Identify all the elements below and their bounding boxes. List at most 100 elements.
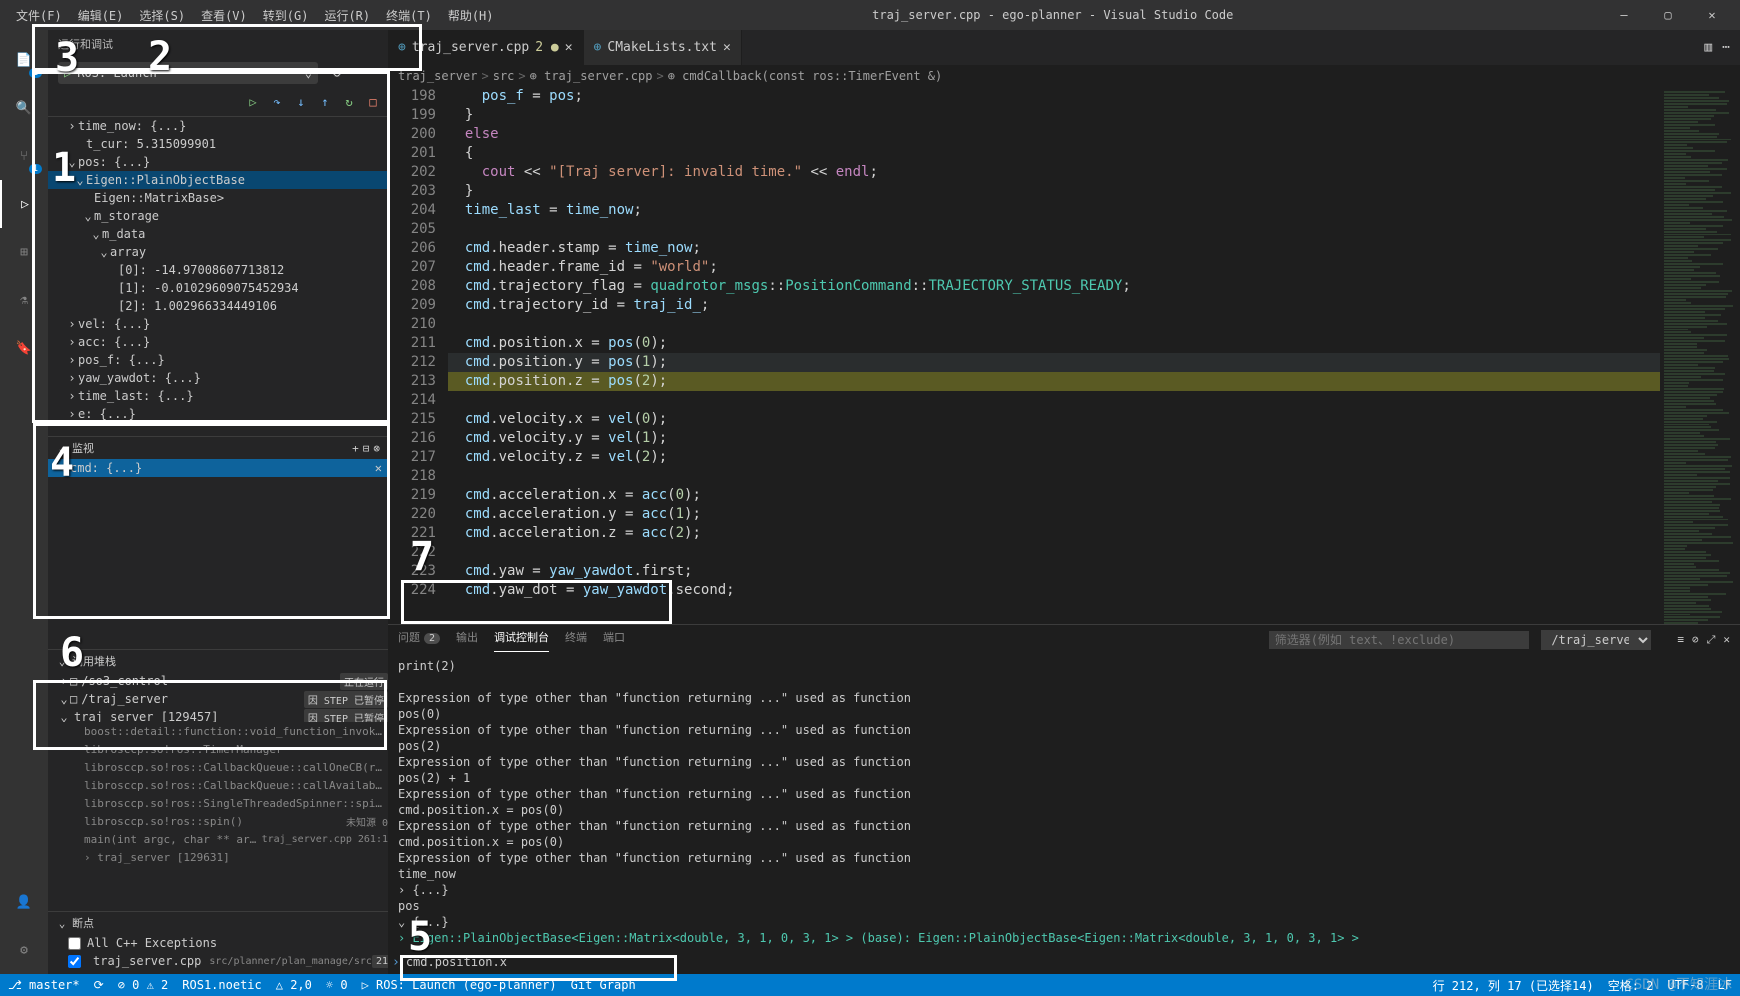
maximize-button[interactable]: ▢: [1648, 4, 1688, 26]
minimize-button[interactable]: —: [1604, 4, 1644, 26]
tab-output[interactable]: 输出: [456, 629, 478, 651]
callstack-frame[interactable]: main(int argc, char ** argv)traj_server.…: [48, 830, 388, 848]
callstack-frame[interactable]: librosccp.so!ros::CallbackQueue::callOne…: [48, 758, 388, 776]
more-icon[interactable]: ⋯: [356, 62, 378, 84]
status-item[interactable]: ROS1.noetic: [182, 978, 261, 992]
debug-config-select[interactable]: ▷ ROS: Launch ⌄: [58, 62, 318, 84]
editor-tab[interactable]: ⊕traj_server.cpp2 ●✕: [388, 30, 584, 65]
status-item[interactable]: ⎇ master*: [8, 978, 80, 992]
breakpoint-row[interactable]: All C++ Exceptions: [48, 934, 388, 952]
variable-row[interactable]: ›yaw_yawdot: {...}: [48, 369, 388, 387]
breakpoints-title[interactable]: ⌄断点: [48, 912, 388, 934]
breadcrumb-segment[interactable]: traj_server: [398, 69, 477, 83]
variable-row[interactable]: [2]: 1.002966334449106: [48, 297, 388, 315]
menu-item[interactable]: 转到(G): [255, 3, 317, 28]
code-editor[interactable]: pos_f = pos; } else { cout << "[Traj ser…: [448, 87, 1660, 624]
callstack-frame[interactable]: › traj_server [129631]: [48, 848, 388, 866]
gear-icon[interactable]: ⚙: [326, 62, 348, 84]
tab-terminal[interactable]: 终端: [565, 629, 587, 651]
filter-input[interactable]: [1269, 631, 1529, 649]
bookmark-icon[interactable]: 🔖: [0, 324, 48, 372]
search-icon[interactable]: 🔍: [0, 84, 48, 132]
breadcrumb-segment[interactable]: ⊕ cmdCallback(const ros::TimerEvent &): [668, 69, 943, 83]
status-item[interactable]: 行 212, 列 17 (已选择14): [1433, 977, 1594, 994]
variable-row[interactable]: ›time_last: {...}: [48, 387, 388, 405]
callstack-frame[interactable]: librosccp.so!ros::SingleThreadedSpinner:…: [48, 794, 388, 812]
breadcrumb-segment[interactable]: src: [493, 69, 515, 83]
settings-icon[interactable]: ⚙: [0, 926, 48, 974]
breadcrumb[interactable]: traj_server>src>⊕ traj_server.cpp>⊕ cmdC…: [388, 65, 1740, 87]
step-into-button[interactable]: ↓: [290, 91, 312, 113]
variable-row[interactable]: ⌄m_data: [48, 225, 388, 243]
menu-item[interactable]: 帮助(H): [440, 3, 502, 28]
variable-row[interactable]: ›e: {...}: [48, 405, 388, 423]
scm-icon[interactable]: ⑂1: [0, 132, 48, 180]
menu-item[interactable]: 选择(S): [131, 3, 193, 28]
step-out-button[interactable]: ↑: [314, 91, 336, 113]
status-item[interactable]: ☼ 0: [326, 978, 348, 992]
debug-console-input[interactable]: [406, 955, 1736, 969]
debug-icon[interactable]: ▷: [0, 180, 48, 228]
add-watch-icon[interactable]: +: [352, 442, 359, 455]
clear-icon[interactable]: ⊘: [1692, 633, 1699, 647]
variable-row[interactable]: ›time_now: {...}: [48, 117, 388, 135]
menu-item[interactable]: 文件(F): [8, 3, 70, 28]
editor-tab[interactable]: ⊕CMakeLists.txt✕: [584, 30, 742, 65]
variable-row[interactable]: ⌄m_storage: [48, 207, 388, 225]
session-select[interactable]: /traj_server: [1541, 630, 1651, 650]
breakpoint-row[interactable]: traj_server.cppsrc/planner/plan_manage/s…: [48, 952, 388, 970]
test-icon[interactable]: ⚗: [0, 276, 48, 324]
status-item[interactable]: ⟳: [94, 978, 104, 992]
tab-ports[interactable]: 端口: [603, 629, 625, 651]
variable-row[interactable]: [0]: -14.97008607713812: [48, 261, 388, 279]
watch-row[interactable]: ›cmd: {...}✕: [48, 459, 388, 477]
remove-all-icon[interactable]: ⊗: [373, 442, 380, 455]
minimap[interactable]: [1660, 87, 1740, 624]
callstack-thread[interactable]: ⌄□/traj_server因 STEP 已暂停: [48, 690, 388, 708]
callstack-frame[interactable]: librosccp.so!ros::CallbackQueue::callAva…: [48, 776, 388, 794]
watch-title[interactable]: ⌄监视 + ⊟ ⊗: [48, 437, 388, 459]
variable-row[interactable]: ›pos_f: {...}: [48, 351, 388, 369]
stop-button[interactable]: □: [362, 91, 384, 113]
menu-item[interactable]: 查看(V): [193, 3, 255, 28]
callstack-frame[interactable]: boost::detail::function::void_function_i…: [48, 722, 388, 740]
breakpoint-checkbox[interactable]: [68, 955, 81, 968]
status-item[interactable]: Git Graph: [571, 978, 636, 992]
menu-item[interactable]: 运行(R): [316, 3, 378, 28]
variable-row[interactable]: Eigen::MatrixBase>: [48, 189, 388, 207]
variable-row[interactable]: ›vel: {...}: [48, 315, 388, 333]
variable-row[interactable]: [1]: -0.01029609075452934: [48, 279, 388, 297]
close-icon[interactable]: ✕: [565, 40, 573, 55]
variable-row[interactable]: ›acc: {...}: [48, 333, 388, 351]
step-over-button[interactable]: ↷: [266, 91, 288, 113]
account-icon[interactable]: 👤: [0, 878, 48, 926]
variable-row[interactable]: ⌄Eigen::PlainObjectBase: [48, 171, 388, 189]
status-item[interactable]: ⊘ 0 ⚠ 2: [118, 978, 169, 992]
tab-debug-console[interactable]: 调试控制台: [494, 629, 549, 652]
menu-item[interactable]: 编辑(E): [70, 3, 132, 28]
variable-row[interactable]: ⌄pos: {...}: [48, 153, 388, 171]
callstack-frame[interactable]: librosccp.so!ros::spin()未知源 0: [48, 812, 388, 830]
extensions-icon[interactable]: ⊞: [0, 228, 48, 276]
status-item[interactable]: △ 2,0: [276, 978, 312, 992]
split-icon[interactable]: ▥: [1704, 40, 1712, 55]
collapse-icon[interactable]: ⊟: [363, 442, 370, 455]
restart-button[interactable]: ↻: [338, 91, 360, 113]
close-button[interactable]: ✕: [1692, 4, 1732, 26]
variable-row[interactable]: t_cur: 5.315099901: [48, 135, 388, 153]
more-icon[interactable]: ⋯: [1722, 40, 1730, 55]
list-icon[interactable]: ≡: [1677, 633, 1684, 647]
explorer-icon[interactable]: 📄1: [0, 36, 48, 84]
close-panel-icon[interactable]: ✕: [1723, 633, 1730, 647]
callstack-thread[interactable]: ⌄traj_server [129457]因 STEP 已暂停: [48, 708, 388, 722]
callstack-thread[interactable]: ›□/so3_control正在运行: [48, 672, 388, 690]
callstack-frame[interactable]: librosccp.so!ros::TimerManager: [48, 740, 388, 758]
maximize-panel-icon[interactable]: ⤢: [1707, 633, 1716, 647]
status-item[interactable]: ▷ ROS: Launch (ego-planner): [362, 978, 557, 992]
continue-button[interactable]: ▷: [242, 91, 264, 113]
close-icon[interactable]: ✕: [375, 461, 388, 475]
breakpoint-checkbox[interactable]: [68, 937, 81, 950]
menu-item[interactable]: 终端(T): [378, 3, 440, 28]
breadcrumb-segment[interactable]: ⊕ traj_server.cpp: [530, 69, 653, 83]
tab-problems[interactable]: 问题2: [398, 629, 440, 651]
